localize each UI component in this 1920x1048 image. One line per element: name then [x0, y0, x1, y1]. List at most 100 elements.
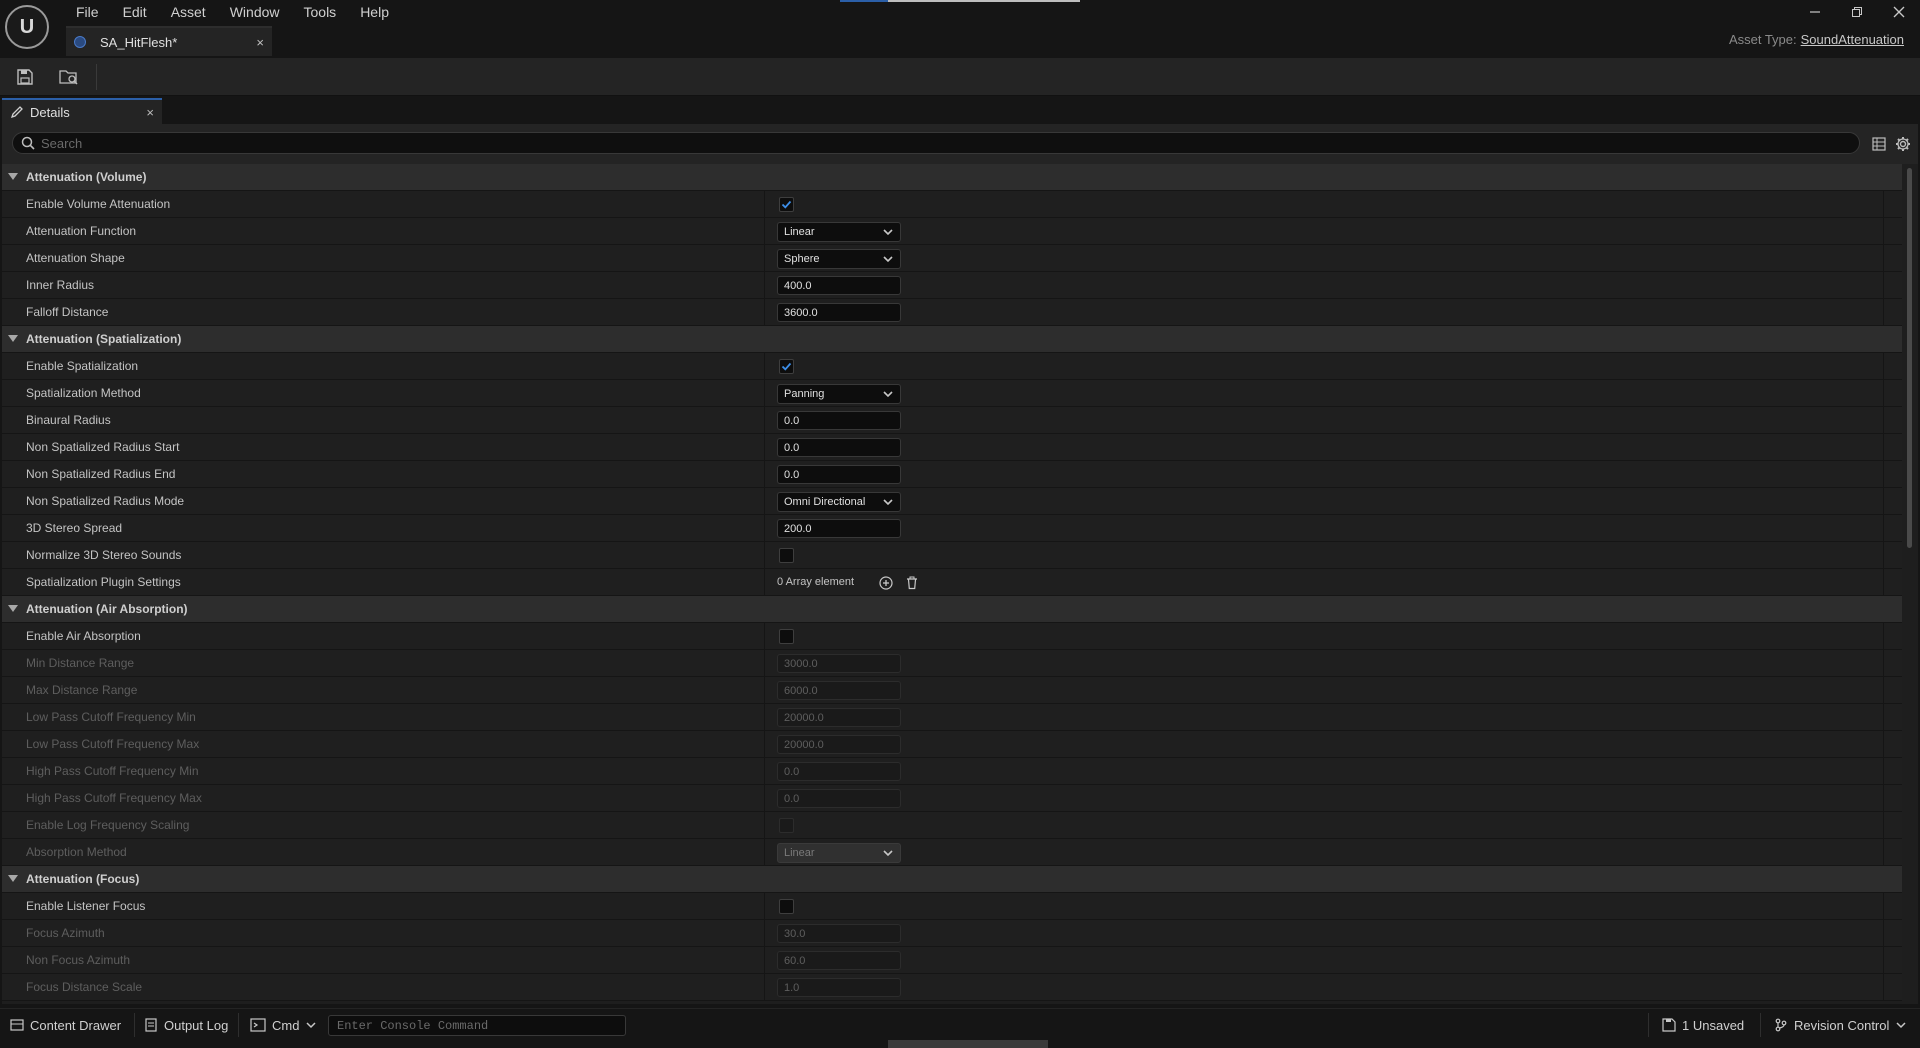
dropdown-value: Omni Directional [784, 496, 866, 508]
array-count-text: 0 Array element [777, 576, 855, 588]
close-details-tab-icon[interactable]: × [146, 105, 154, 120]
property-label: Falloff Distance [26, 305, 109, 319]
falloff-distance-input[interactable] [777, 303, 901, 322]
revision-control-button[interactable]: Revision Control [1768, 1013, 1913, 1037]
property-label: Inner Radius [26, 278, 95, 292]
normalize-3d-stereo-sounds-checkbox[interactable] [779, 548, 794, 563]
low-pass-cutoff-frequency-max-input[interactable] [777, 735, 901, 754]
scrollbar-thumb[interactable] [1907, 168, 1912, 548]
search-row [2, 124, 1918, 164]
menu-asset[interactable]: Asset [159, 2, 218, 22]
category-attenuation-volume[interactable]: Attenuation (Volume) [2, 164, 1902, 191]
bottom-scroll-thumb[interactable] [888, 1040, 1048, 1048]
high-pass-cutoff-frequency-max-input[interactable] [777, 789, 901, 808]
min-distance-range-input[interactable] [777, 654, 901, 673]
property-label: Non Spatialized Radius Start [26, 440, 180, 454]
menu-help[interactable]: Help [348, 2, 401, 22]
property-value-cell [764, 920, 1884, 947]
property-row-binaural-radius: Binaural Radius [2, 407, 1902, 434]
console-command-input[interactable] [328, 1015, 626, 1036]
cmd-dropdown-button[interactable]: Cmd [244, 1013, 323, 1037]
details-tab[interactable]: Details × [2, 98, 162, 124]
statusbar-divider [1648, 1013, 1649, 1037]
focus-distance-scale-input[interactable] [777, 978, 901, 997]
property-value-cell: Linear [764, 839, 1884, 866]
category-attenuation-focus[interactable]: Attenuation (Focus) [2, 866, 1902, 893]
property-row-enable-spatialization: Enable Spatialization [2, 353, 1902, 380]
enable-listener-focus-checkbox[interactable] [779, 899, 794, 914]
enable-volume-attenuation-checkbox[interactable] [779, 197, 794, 212]
non-spatialized-radius-start-input[interactable] [777, 438, 901, 457]
property-row-spatialization-plugin-settings: Spatialization Plugin Settings 0 Array el… [2, 569, 1902, 596]
minimize-icon [1810, 11, 1820, 13]
property-row-high-pass-cutoff-frequency-max: High Pass Cutoff Frequency Max [2, 785, 1902, 812]
close-window-button[interactable] [1878, 0, 1920, 24]
property-label: Focus Distance Scale [26, 980, 143, 994]
content-drawer-button[interactable]: Content Drawer [4, 1013, 127, 1037]
attenuation-function-dropdown[interactable]: Linear [777, 222, 901, 242]
close-tab-icon[interactable]: × [256, 35, 264, 50]
asset-type-link[interactable]: SoundAttenuation [1801, 32, 1904, 47]
attenuation-shape-dropdown[interactable]: Sphere [777, 249, 901, 269]
property-label: Spatialization Method [26, 386, 141, 400]
property-value-cell [764, 299, 1884, 326]
enable-spatialization-checkbox[interactable] [779, 359, 794, 374]
expand-arrow-icon[interactable] [8, 173, 18, 180]
restore-button[interactable] [1836, 0, 1878, 24]
high-pass-cutoff-frequency-min-input[interactable] [777, 762, 901, 781]
expand-arrow-icon[interactable] [8, 875, 18, 882]
low-pass-cutoff-frequency-min-input[interactable] [777, 708, 901, 727]
output-log-button[interactable]: Output Log [138, 1013, 234, 1037]
enable-log-frequency-scaling-checkbox[interactable] [779, 818, 794, 833]
focus-azimuth-input[interactable] [777, 924, 901, 943]
details-scrollbar[interactable] [1906, 164, 1914, 1004]
asset-editor-tab[interactable]: SA_HitFlesh* × [66, 26, 272, 56]
unsaved-assets-button[interactable]: 1 Unsaved [1656, 1013, 1750, 1037]
revision-control-icon [1775, 1018, 1787, 1032]
absorption-method-dropdown[interactable]: Linear [777, 843, 901, 863]
save-button[interactable] [12, 64, 38, 90]
inner-radius-input[interactable] [777, 276, 901, 295]
property-label: Enable Listener Focus [26, 899, 146, 913]
clear-array-button[interactable] [903, 574, 921, 592]
non-spatialized-radius-mode-dropdown[interactable]: Omni Directional [777, 492, 901, 512]
dropdown-value: Sphere [784, 253, 820, 265]
property-row-non-focus-azimuth: Non Focus Azimuth [2, 947, 1902, 974]
search-input[interactable] [41, 135, 1859, 151]
property-value-cell [764, 407, 1884, 434]
non-spatialized-radius-end-input[interactable] [777, 465, 901, 484]
asset-tab-label: SA_HitFlesh* [100, 34, 178, 50]
chevron-down-icon [880, 224, 896, 240]
property-matrix-button[interactable] [1870, 135, 1888, 153]
property-label: Normalize 3D Stereo Sounds [26, 548, 182, 562]
search-box[interactable] [12, 132, 1860, 154]
output-log-icon [145, 1018, 157, 1032]
max-distance-range-input[interactable] [777, 681, 901, 700]
settings-button[interactable] [1894, 135, 1912, 153]
binaural-radius-input[interactable] [777, 411, 901, 430]
menu-window[interactable]: Window [218, 2, 292, 22]
3d-stereo-spread-input[interactable] [777, 519, 901, 538]
menu-tools[interactable]: Tools [292, 2, 349, 22]
add-element-button[interactable] [877, 574, 895, 592]
browse-to-asset-button[interactable] [56, 64, 82, 90]
property-value-cell [764, 785, 1884, 812]
enable-air-absorption-checkbox[interactable] [779, 629, 794, 644]
menu-edit[interactable]: Edit [111, 2, 159, 22]
cmd-label: Cmd [272, 1017, 300, 1033]
property-row-focus-azimuth: Focus Azimuth [2, 920, 1902, 947]
expand-arrow-icon[interactable] [8, 605, 18, 612]
spatialization-method-dropdown[interactable]: Panning [777, 384, 901, 404]
category-attenuation-spatialization[interactable]: Attenuation (Spatialization) [2, 326, 1902, 353]
minimize-button[interactable] [1794, 0, 1836, 24]
category-attenuation-air-absorption[interactable]: Attenuation (Air Absorption) [2, 596, 1902, 623]
non-focus-azimuth-input[interactable] [777, 951, 901, 970]
property-label: Enable Air Absorption [26, 629, 141, 643]
property-row-non-spatialized-radius-end: Non Spatialized Radius End [2, 461, 1902, 488]
expand-arrow-icon[interactable] [8, 335, 18, 342]
property-label: Spatialization Plugin Settings [26, 575, 181, 589]
menu-file[interactable]: File [64, 2, 111, 22]
property-value-cell [764, 191, 1884, 218]
unreal-logo-icon[interactable]: U [5, 5, 49, 49]
add-circle-icon [879, 576, 893, 590]
